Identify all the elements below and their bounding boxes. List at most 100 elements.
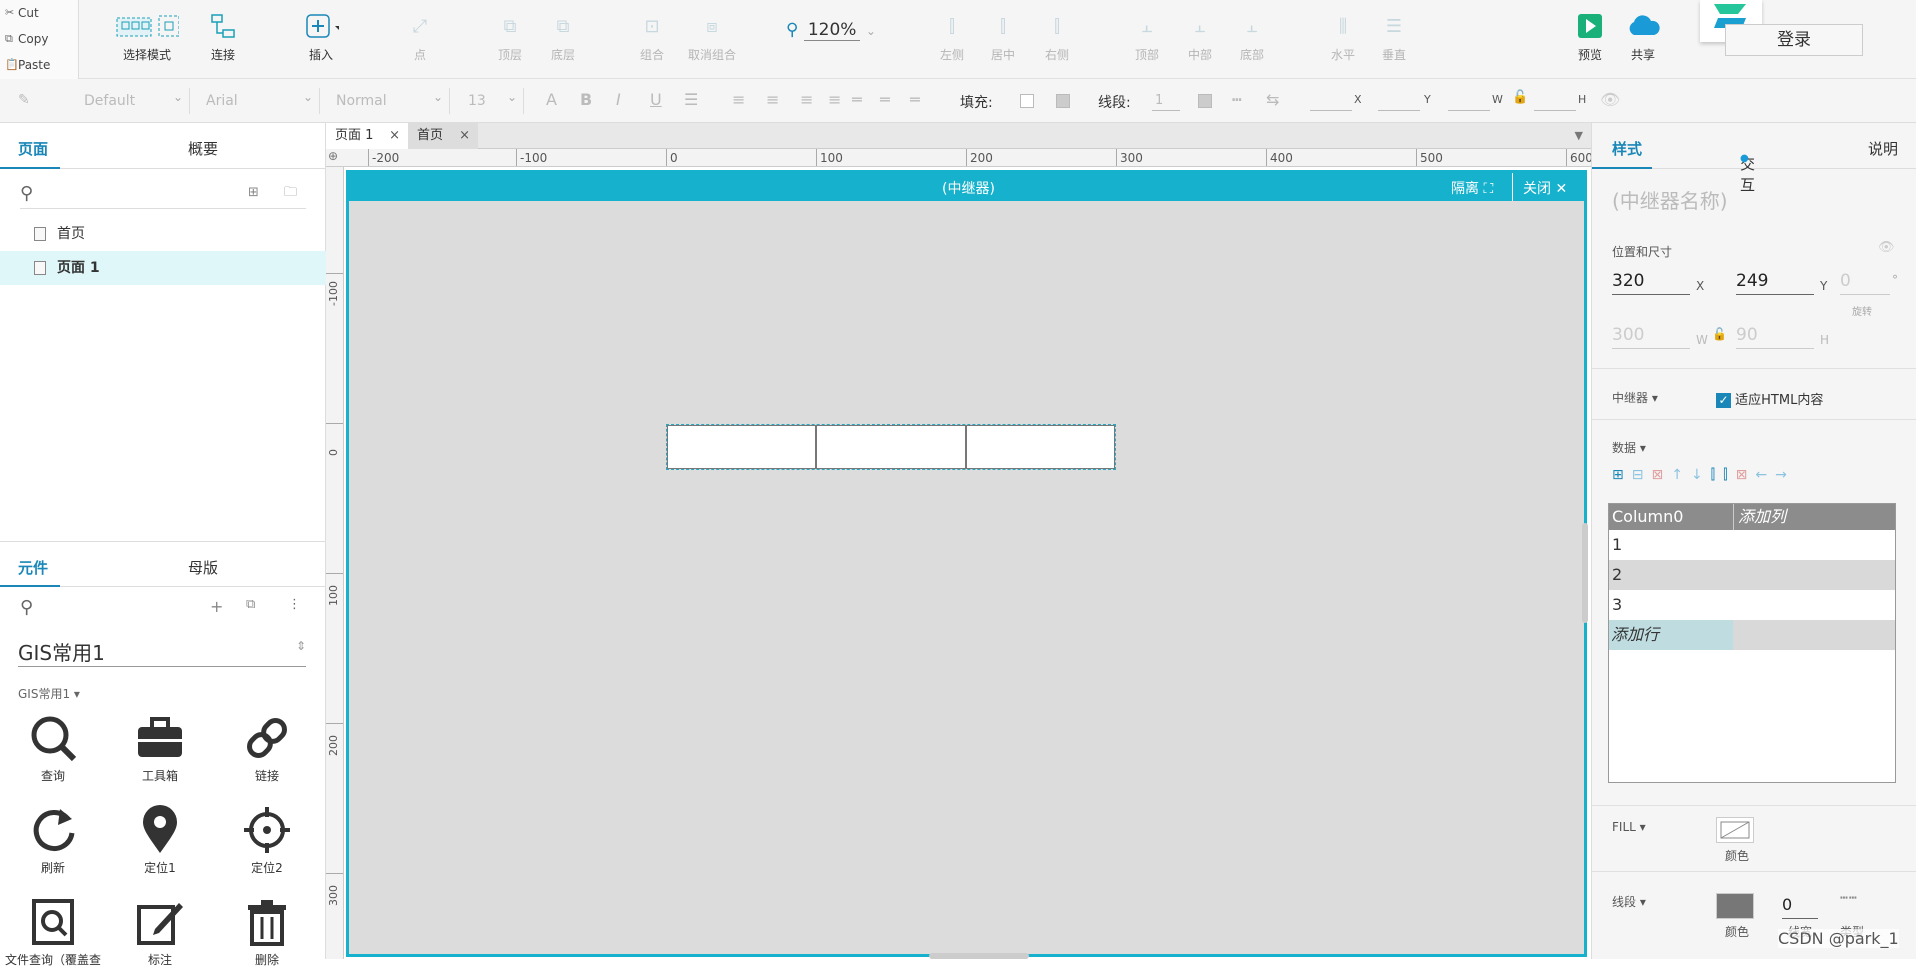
weight-select[interactable]: Normal <box>330 84 450 114</box>
y-input[interactable] <box>1378 93 1420 111</box>
more-icon[interactable]: ⋮ <box>288 597 301 612</box>
bullet-list-icon[interactable]: ☰ <box>684 90 698 109</box>
add-column-cell[interactable]: 添加列 <box>1733 504 1786 530</box>
font-color-icon[interactable]: A <box>546 90 557 109</box>
x-input[interactable]: 320 <box>1612 267 1690 295</box>
tab-page1[interactable]: 页面 1 × <box>326 123 408 149</box>
widget-refresh[interactable]: 刷新 <box>8 805 98 876</box>
tab-home[interactable]: 首页 × <box>408 123 478 149</box>
widget-toolbox[interactable]: 工具箱 <box>115 713 205 784</box>
align-right-button[interactable]: ⫿ 右侧 <box>1037 10 1077 63</box>
line-section-toggle[interactable]: 线段 ▾ <box>1612 893 1646 910</box>
move-right-icon[interactable]: → <box>1775 467 1795 483</box>
move-left-icon[interactable]: ← <box>1755 467 1775 483</box>
underline-icon[interactable]: U <box>650 90 662 109</box>
data-section-toggle[interactable]: 数据 ▾ <box>1612 439 1646 456</box>
widget-search-input[interactable]: ⚲ + ⧉ ⋮ <box>20 597 306 623</box>
w-input[interactable] <box>1448 93 1490 111</box>
font-size-select[interactable]: 13 <box>462 84 524 114</box>
grid-row[interactable]: 1 <box>1609 530 1895 560</box>
widget-location2[interactable]: 定位2 <box>222 805 312 876</box>
valign-top-icon[interactable]: ═ <box>852 90 862 109</box>
widget-link[interactable]: 链接 <box>222 713 312 784</box>
insert-row-icon[interactable]: ⊞ <box>1612 467 1632 483</box>
line-width-input[interactable]: 1 <box>1152 93 1180 111</box>
align-top-button[interactable]: ⫠ 顶部 <box>1127 10 1167 63</box>
eye-icon[interactable]: 👁 <box>1878 240 1895 255</box>
column-header[interactable]: Column0 <box>1612 507 1683 526</box>
add-row[interactable]: 添加行 <box>1609 620 1895 650</box>
library-group-label[interactable]: GIS常用1 ▾ <box>18 685 80 702</box>
lock-icon[interactable]: 🔓 <box>1712 327 1727 341</box>
align-text-justify-icon[interactable]: ≡ <box>828 90 841 109</box>
repeater-items[interactable] <box>666 424 1116 470</box>
align-text-left-icon[interactable]: ≡ <box>732 90 745 109</box>
align-text-center-icon[interactable]: ≡ <box>766 90 779 109</box>
page-item-page1[interactable]: 页面 1 <box>0 251 326 285</box>
shadow-swatch[interactable] <box>1056 94 1070 108</box>
tab-widgets[interactable]: 元件 <box>18 557 48 578</box>
font-select[interactable]: Arial <box>200 84 320 114</box>
line-style-icon[interactable]: ┅ <box>1232 90 1242 109</box>
paste-button[interactable]: 📋 Paste <box>0 52 78 78</box>
align-middle-button[interactable]: ⫠ 中部 <box>1180 10 1220 63</box>
fill-color-swatch[interactable] <box>1716 817 1754 843</box>
width-input[interactable]: 300 <box>1612 321 1690 349</box>
h-input[interactable] <box>1534 93 1576 111</box>
height-input[interactable]: 90 <box>1736 321 1814 349</box>
fit-html-checkbox[interactable]: ✓ 适应HTML内容 <box>1716 389 1823 408</box>
repeater-name-input[interactable]: (中继器名称) <box>1612 185 1728 214</box>
folder-icon[interactable]: 🗀 <box>284 183 297 205</box>
tab-pages[interactable]: 页面 <box>18 138 48 159</box>
rotation-input[interactable]: 0 <box>1840 267 1890 295</box>
cut-button[interactable]: ✂ Cut <box>0 0 78 26</box>
delete-col-icon[interactable]: ⊠ <box>1736 467 1756 483</box>
close-icon[interactable]: × <box>389 123 400 149</box>
line-width-input[interactable]: 0 <box>1782 891 1818 919</box>
align-bottom-button[interactable]: ⫠ 底部 <box>1232 10 1272 63</box>
fill-section-toggle[interactable]: FILL ▾ <box>1612 820 1646 834</box>
move-down-icon[interactable]: ↓ <box>1691 467 1711 483</box>
move-up-icon[interactable]: ↑ <box>1671 467 1691 483</box>
library-icon[interactable]: ⧉ <box>246 597 255 612</box>
isolate-button[interactable]: 隔离 ⛶ <box>1451 178 1493 198</box>
widget-delete[interactable]: 删除 <box>222 897 312 968</box>
align-left-button[interactable]: ⫿ 左侧 <box>932 10 972 63</box>
login-button[interactable]: 登录 <box>1725 24 1863 56</box>
align-text-right-icon[interactable]: ≡ <box>800 90 813 109</box>
repeater-cell[interactable] <box>816 425 966 469</box>
insert-col-right-icon[interactable]: ⫿ <box>1723 467 1735 483</box>
select-mode-button[interactable]: 选择模式 <box>112 10 182 63</box>
point-button[interactable]: ⤢ 点 <box>400 10 440 63</box>
arrow-style-icon[interactable]: ⇆ <box>1266 90 1279 109</box>
grid-row[interactable]: 3 <box>1609 590 1895 620</box>
delete-row-icon[interactable]: ⊟ <box>1632 467 1652 483</box>
tab-masters[interactable]: 母版 <box>188 557 218 578</box>
add-row-cell[interactable]: 添加行 <box>1609 620 1733 650</box>
widget-location1[interactable]: 定位1 <box>115 805 205 876</box>
tab-notes[interactable]: 说明 <box>1868 138 1898 159</box>
line-color-swatch[interactable] <box>1716 893 1754 919</box>
insert-col-left-icon[interactable]: ⫿ <box>1711 467 1723 483</box>
add-page-icon[interactable]: ⊞ <box>248 185 259 200</box>
lock-icon[interactable]: 🔓 <box>1512 90 1528 105</box>
tab-style[interactable]: 样式 <box>1612 138 1642 159</box>
align-center-button[interactable]: ⫿ 居中 <box>983 10 1023 63</box>
italic-icon[interactable]: I <box>616 90 621 109</box>
page-search-input[interactable]: ⚲ ⊞ 🗀 <box>20 181 306 209</box>
widget-annotate[interactable]: 标注 <box>115 897 205 968</box>
valign-bottom-icon[interactable]: ═ <box>910 90 920 109</box>
top-layer-button[interactable]: ⧉ 顶层 <box>490 10 530 63</box>
fill-color-swatch[interactable] <box>1020 94 1034 108</box>
insert-button[interactable]: 插入 <box>298 10 344 63</box>
horizontal-scrollbar[interactable] <box>929 953 1029 959</box>
bold-icon[interactable]: B <box>580 90 592 109</box>
ungroup-button[interactable]: ⧈ 取消组合 <box>682 10 742 63</box>
y-input[interactable]: 249 <box>1736 267 1814 295</box>
visibility-icon[interactable]: 👁 <box>1600 90 1620 109</box>
tabs-menu-icon[interactable]: ▼ <box>1575 129 1583 142</box>
widget-query[interactable]: 查询 <box>8 713 98 784</box>
connect-button[interactable]: 连接 <box>200 10 246 63</box>
line-color-swatch[interactable] <box>1198 94 1212 108</box>
x-input[interactable] <box>1310 93 1352 111</box>
